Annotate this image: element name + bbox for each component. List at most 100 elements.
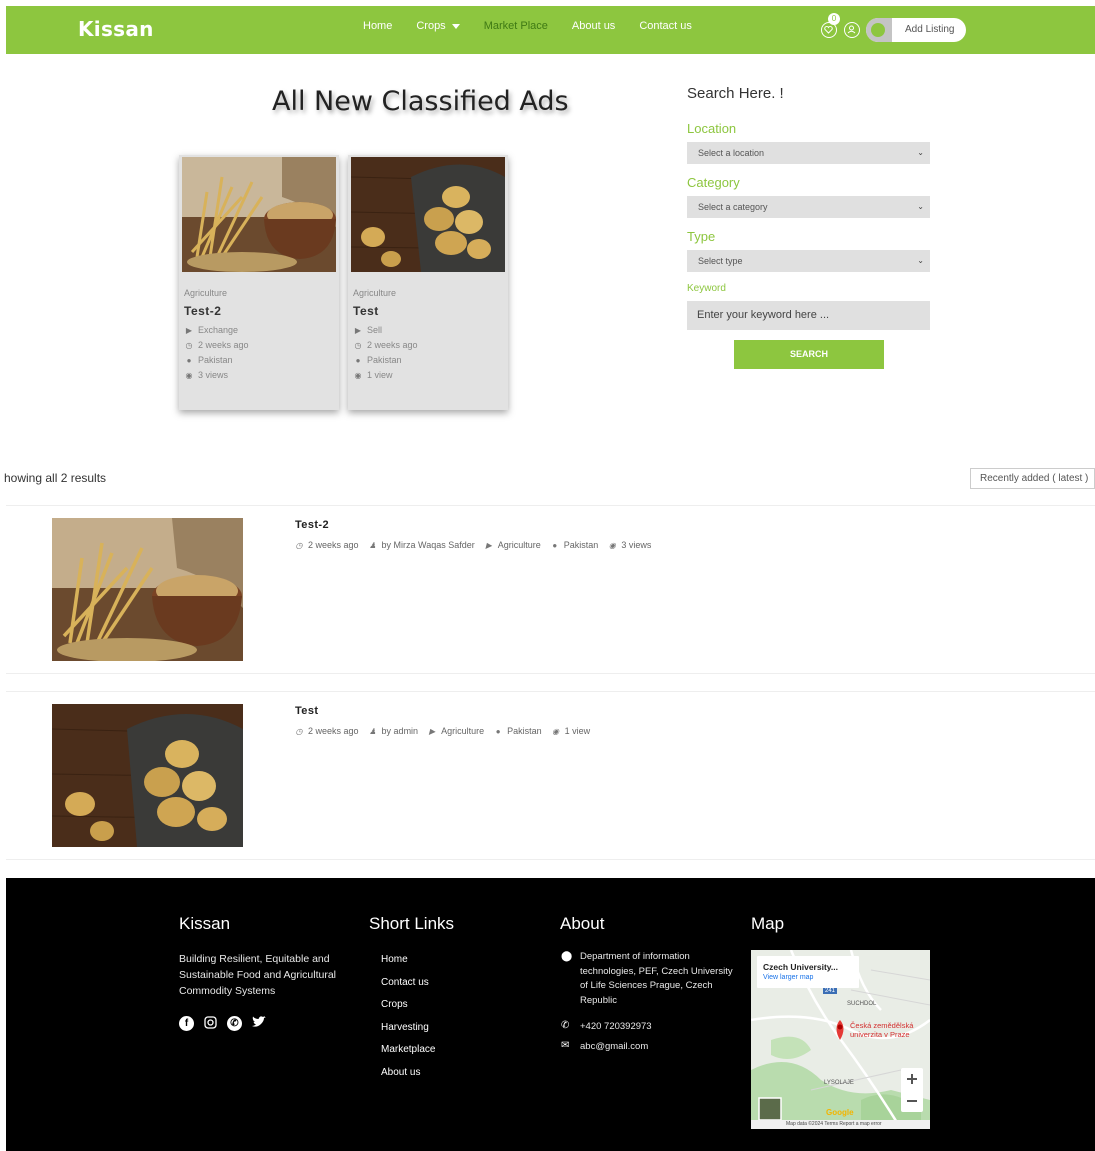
map-pin-icon: ●: [552, 540, 558, 550]
nav-contact-us[interactable]: Contact us: [639, 20, 692, 32]
footer-link-marketplace[interactable]: Marketplace: [381, 1044, 435, 1067]
listing-title[interactable]: Test: [295, 705, 318, 717]
nav-home[interactable]: Home: [363, 20, 392, 32]
listing-location-label: Pakistan: [563, 540, 599, 550]
divider: [6, 691, 1095, 692]
listing-category[interactable]: ▶ Agriculture: [484, 540, 541, 550]
listing-location: ● Pakistan: [493, 726, 542, 736]
footer-link-crops[interactable]: Crops: [381, 999, 435, 1022]
user-icon[interactable]: [844, 22, 860, 38]
mail-icon: ✉: [561, 1040, 570, 1051]
map-pin-label: Česká zemědělská univerzita v Praze: [850, 1021, 913, 1039]
twitter-icon[interactable]: [251, 1016, 266, 1031]
category-select[interactable]: Select a category ⌄: [687, 196, 930, 218]
embedded-map[interactable]: Czech University... View larger map Česk…: [751, 950, 930, 1129]
facebook-icon[interactable]: f: [179, 1016, 194, 1031]
nav-crops[interactable]: Crops: [416, 20, 460, 32]
eye-icon: ◉: [608, 540, 616, 550]
card-type-label: Sell: [367, 325, 383, 335]
card-views: ◉ 1 view: [353, 370, 393, 380]
chevron-down-icon: ⌄: [917, 256, 924, 265]
add-listing-label: Add Listing: [905, 24, 955, 35]
card-views-label: 1 view: [367, 370, 393, 380]
footer: Kissan Building Resilient, Equitable and…: [6, 878, 1095, 1151]
card-time: ◷ 2 weeks ago: [353, 340, 418, 350]
ad-card[interactable]: Agriculture Test ▶ Sell ◷ 2 weeks ago ● Pak…: [348, 155, 508, 410]
card-views-label: 3 views: [198, 370, 229, 380]
footer-link-about-us[interactable]: About us: [381, 1067, 435, 1090]
map-title: Map: [751, 914, 785, 933]
footer-brand: Kissan: [179, 914, 231, 933]
sort-select[interactable]: Recently added ( latest ): [970, 468, 1095, 489]
listing-image[interactable]: [52, 704, 243, 847]
listing-views-label: 3 views: [621, 540, 652, 550]
map-marker-icon: ⬤: [561, 951, 573, 962]
listing-time-label: 2 weeks ago: [308, 726, 359, 736]
nav-market-place[interactable]: Market Place: [484, 20, 548, 32]
map-attribution: Map data ©2024 Terms Report a map error: [786, 1121, 882, 1127]
divider: [6, 673, 1095, 674]
keyword-input[interactable]: Enter your keyword here ...: [687, 301, 930, 330]
type-label: Type: [687, 229, 716, 244]
wheat-image[interactable]: [182, 157, 336, 272]
map-pin-icon: ●: [495, 726, 501, 736]
about-title: About: [560, 914, 605, 933]
listing-meta: ◷ 2 weeks ago ♟ by Mirza Waqas Safder ▶ Agr…: [294, 540, 660, 550]
card-category: Agriculture: [184, 288, 228, 298]
eye-icon: ◉: [185, 370, 193, 380]
footer-email[interactable]: abc@gmail.com: [580, 1040, 648, 1055]
view-larger-map-link[interactable]: View larger map: [763, 974, 813, 981]
footer-link-home[interactable]: Home: [381, 954, 435, 977]
listing-author[interactable]: ♟ by admin: [368, 726, 418, 736]
chevron-down-icon: ⌄: [917, 202, 924, 211]
card-location: ● Pakistan: [184, 355, 233, 365]
tag-icon: ▶: [429, 726, 436, 736]
footer-link-contact-us[interactable]: Contact us: [381, 977, 435, 1000]
main-nav: Home Crops Market Place About us Contact…: [363, 20, 716, 32]
listing-category-label: Agriculture: [497, 540, 541, 550]
map-district-label: SUCHDOL: [847, 1001, 877, 1007]
add-listing-button[interactable]: Add Listing: [866, 18, 966, 42]
clock-icon: ◷: [295, 540, 303, 550]
keyword-label: Keyword: [687, 283, 726, 294]
tag-icon: ▶: [354, 325, 362, 335]
potato-image[interactable]: [351, 157, 505, 272]
nav-about-us[interactable]: About us: [572, 20, 615, 32]
chevron-down-icon: ⌄: [917, 148, 924, 157]
clock-icon: ◷: [295, 726, 303, 736]
location-label: Location: [687, 121, 737, 136]
phone-icon: ✆: [561, 1020, 570, 1031]
card-location-label: Pakistan: [198, 355, 233, 365]
listing-category[interactable]: ▶ Agriculture: [427, 726, 484, 736]
top-nav-bar: Kissan Home Crops Market Place About us …: [6, 6, 1095, 54]
card-category: Agriculture: [353, 288, 397, 298]
instagram-icon[interactable]: [203, 1016, 218, 1031]
category-label: Category: [687, 175, 740, 190]
location-select[interactable]: Select a location ⌄: [687, 142, 930, 164]
map-pin-label-line-1: Česká zemědělská: [850, 1021, 914, 1030]
footer-link-harvesting[interactable]: Harvesting: [381, 1022, 435, 1045]
listing-author[interactable]: ♟ by Mirza Waqas Safder: [368, 540, 475, 550]
card-type-label: Exchange: [198, 325, 239, 335]
plus-circle-icon: [871, 23, 885, 37]
footer-links: Home Contact us Crops Harvesting Marketp…: [381, 954, 435, 1090]
ad-card[interactable]: Agriculture Test-2 ▶ Exchange ◷ 2 weeks ag…: [179, 155, 339, 410]
google-logo: Google: [826, 1108, 854, 1117]
listing-image[interactable]: [52, 518, 243, 661]
whatsapp-icon[interactable]: ✆: [227, 1016, 242, 1031]
card-time: ◷ 2 weeks ago: [184, 340, 249, 350]
location-select-value: Select a location: [698, 148, 765, 158]
type-select-value: Select type: [698, 256, 743, 266]
footer-address: Department of information technologies, …: [580, 951, 733, 1006]
page-title: All New Classified Ads: [272, 86, 569, 117]
map-pin-label-line-2: univerzita v Praze: [850, 1030, 910, 1039]
footer-phone[interactable]: +420 720392973: [580, 1020, 652, 1035]
card-title[interactable]: Test: [353, 304, 379, 318]
site-logo[interactable]: Kissan: [78, 17, 154, 41]
card-title[interactable]: Test-2: [184, 304, 221, 318]
search-button[interactable]: SEARCH: [734, 340, 884, 369]
divider: [6, 505, 1095, 506]
type-select[interactable]: Select type ⌄: [687, 250, 930, 272]
tag-icon: ▶: [185, 325, 193, 335]
listing-title[interactable]: Test-2: [295, 519, 329, 531]
